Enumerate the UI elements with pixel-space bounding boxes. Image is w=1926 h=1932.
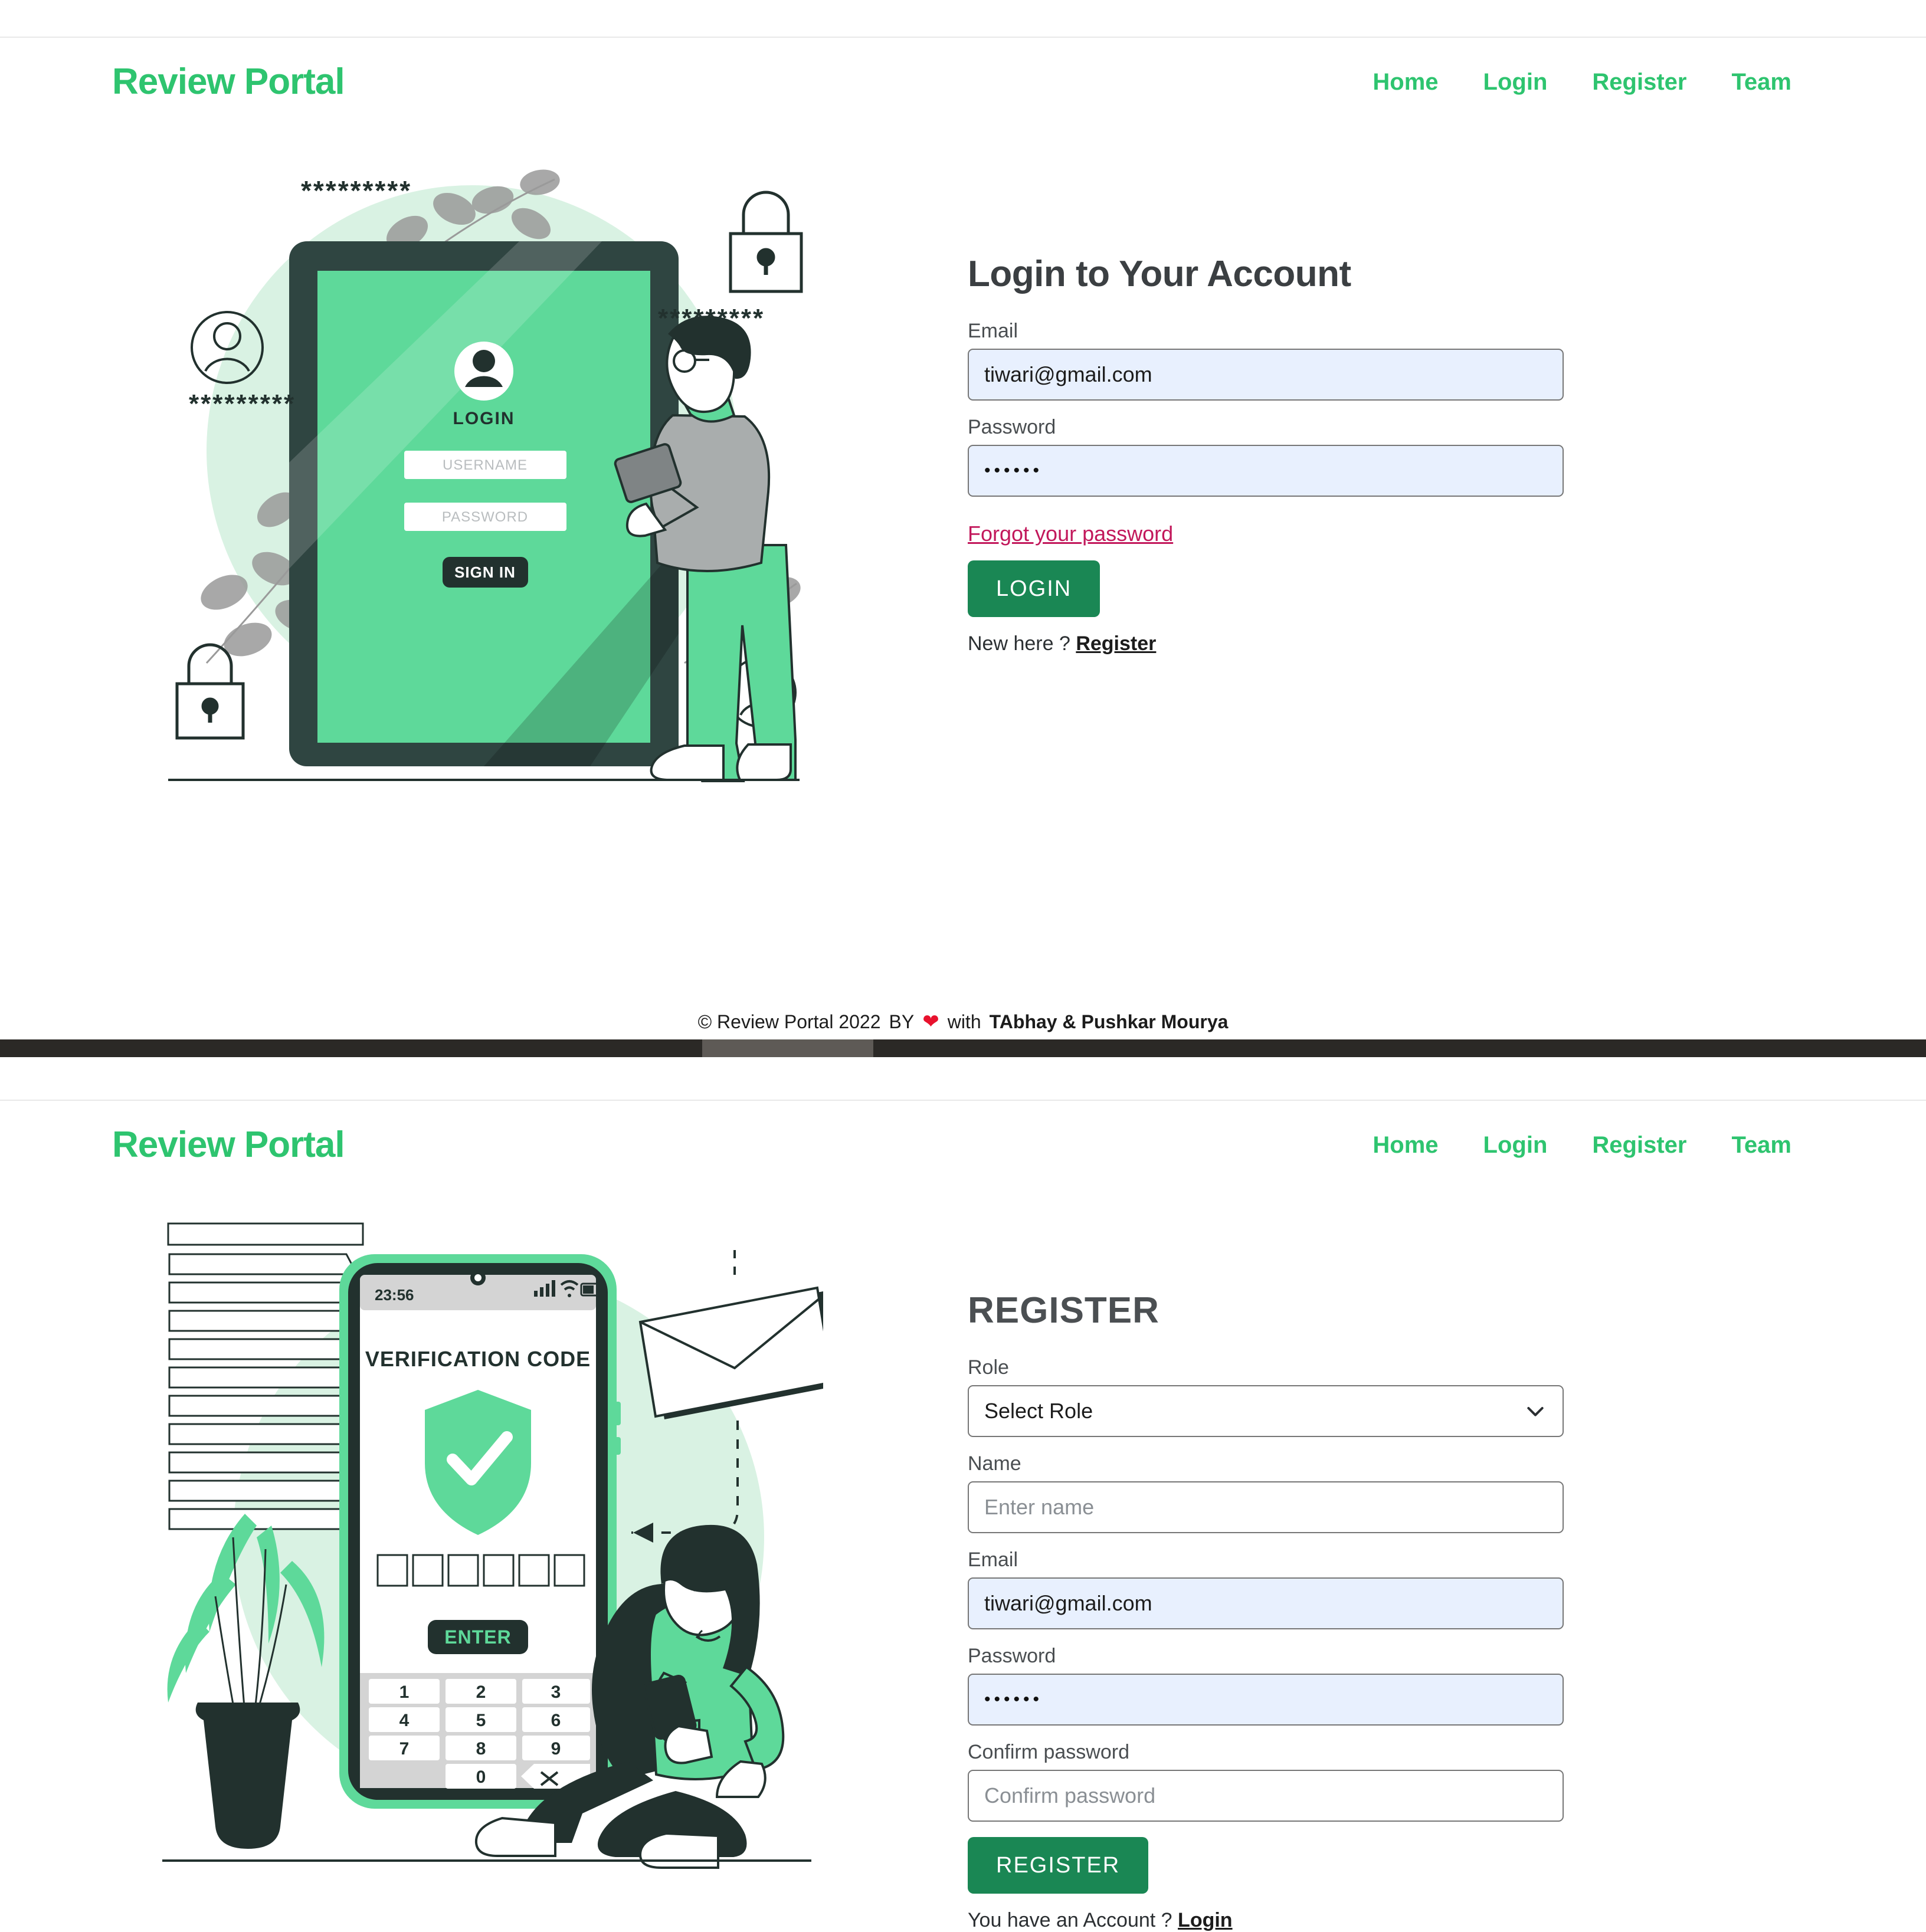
footer-by: BY [889,1011,915,1032]
nav-item-login[interactable]: Login [1461,69,1570,96]
login-content: LOGIN USERNAME PASSWORD SIGN IN ********… [0,126,1926,805]
navbar-register: Review Portal Home Login Register Team [0,1101,1926,1189]
register-form-column: REGISTER Role Select Role Name Enter nam… [968,1189,1926,1932]
svg-text:5: 5 [476,1711,486,1730]
login-illustration: LOGIN USERNAME PASSWORD SIGN IN ********… [0,126,968,805]
illustration-clock: 23:56 [375,1286,414,1304]
register-password-input[interactable]: •••••• [968,1674,1564,1726]
illustration-masked-2: ********* [189,389,296,418]
horizontal-scrollbar[interactable] [0,1039,1926,1057]
login-register-note-text: New here ? [968,632,1070,655]
login-screen: Review Portal Home Login Register Team L… [0,0,1926,1057]
chevron-down-icon [1524,1399,1547,1423]
illustration-verification-title: VERIFICATION CODE [365,1347,591,1371]
svg-text:2: 2 [476,1682,486,1702]
register-role-select[interactable]: Select Role [968,1385,1564,1437]
register-screen: Review Portal Home Login Register Team 2… [0,1100,1926,1932]
screen-gap [0,1057,1926,1100]
envelope-icon [638,1286,823,1419]
register-confirm-label: Confirm password [968,1741,1129,1763]
nav-item-login-2[interactable]: Login [1461,1132,1570,1159]
register-password-field: Password •••••• [968,1645,1564,1726]
navbar-login: Review Portal Home Login Register Team [0,38,1926,126]
register-confirm-input[interactable]: Confirm password [968,1770,1564,1822]
svg-text:7: 7 [399,1739,410,1759]
illustration-signin-label: SIGN IN [454,563,516,581]
register-name-field: Name Enter name [968,1452,1564,1533]
register-illustration-svg: 23:56 VERIFICATION CODE ENTER 1 2 3 4 5 … [162,1222,823,1869]
brand-logo-2[interactable]: Review Portal [112,1127,345,1163]
footer-login: © Review Portal 2022 BY ❤ with TAbhay & … [0,999,1926,1039]
register-login-note-text: You have an Account ? [968,1909,1172,1931]
svg-text:0: 0 [476,1767,486,1787]
illustration-login-title: LOGIN [453,409,515,428]
register-email-field: Email tiwari@gmail.com [968,1549,1564,1629]
register-email-input[interactable]: tiwari@gmail.com [968,1577,1564,1629]
login-email-input[interactable]: tiwari@gmail.com [968,349,1564,401]
register-role-label: Role [968,1356,1009,1379]
nav-item-home[interactable]: Home [1350,69,1460,96]
illustration-password-placeholder: PASSWORD [442,509,528,525]
scrollbar-thumb[interactable] [702,1039,873,1057]
nav-item-register[interactable]: Register [1570,69,1709,96]
register-content: 23:56 VERIFICATION CODE ENTER 1 2 3 4 5 … [0,1189,1926,1932]
brand-logo[interactable]: Review Portal [112,64,345,100]
register-page-title: REGISTER [968,1290,1159,1331]
illustration-username-placeholder: USERNAME [443,457,528,473]
login-email-field: Email tiwari@gmail.com [968,320,1564,401]
login-register-note: New here ? Register [968,632,1564,655]
nav-item-team[interactable]: Team [1709,69,1814,96]
login-email-label: Email [968,320,1018,342]
login-form: Login to Your Account Email tiwari@gmail… [968,253,1564,655]
register-illustration: 23:56 VERIFICATION CODE ENTER 1 2 3 4 5 … [0,1189,968,1903]
lock-icon-top-right [729,191,803,293]
window-blinds [167,1222,364,1246]
register-form: REGISTER Role Select Role Name Enter nam… [968,1290,1564,1932]
register-password-label: Password [968,1645,1056,1667]
nav-item-team-2[interactable]: Team [1709,1132,1814,1159]
footer-authors: TAbhay & Pushkar Mourya [989,1011,1229,1032]
register-email-label: Email [968,1549,1018,1571]
footer-with: with [947,1011,981,1032]
illustration-masked-1: ********* [301,175,412,206]
nav-links-2: Home Login Register Team [1350,1132,1814,1159]
svg-text:9: 9 [551,1739,561,1759]
svg-text:3: 3 [551,1682,561,1702]
forgot-password-link[interactable]: Forgot your password [968,521,1173,546]
login-bottom-spacer [0,805,1926,999]
register-confirm-field: Confirm password Confirm password [968,1741,1564,1822]
login-page-title: Login to Your Account [968,254,1351,294]
svg-text:8: 8 [476,1739,486,1759]
svg-text:4: 4 [399,1711,410,1730]
svg-text:6: 6 [551,1711,561,1730]
register-role-field: Role Select Role [968,1356,1564,1437]
register-name-label: Name [968,1452,1021,1475]
register-name-input[interactable]: Enter name [968,1481,1564,1533]
register-submit-button[interactable]: REGISTER [968,1837,1149,1894]
nav-item-home-2[interactable]: Home [1350,1132,1460,1159]
login-submit-button[interactable]: LOGIN [968,560,1100,617]
login-illustration-svg: LOGIN USERNAME PASSWORD SIGN IN ********… [168,169,803,782]
top-spacer [0,0,1926,37]
heart-icon: ❤ [922,1011,939,1033]
login-register-link[interactable]: Register [1076,632,1156,655]
register-role-value: Select Role [984,1399,1093,1423]
login-password-field: Password •••••• [968,416,1564,497]
svg-text:1: 1 [399,1682,410,1702]
register-login-link[interactable]: Login [1178,1909,1233,1931]
nav-item-register-2[interactable]: Register [1570,1132,1709,1159]
illustration-enter-label: ENTER [444,1626,511,1648]
footer-copyright: © Review Portal 2022 [697,1011,881,1032]
login-password-input[interactable]: •••••• [968,445,1564,497]
nav-links: Home Login Register Team [1350,69,1814,96]
login-form-column: Login to Your Account Email tiwari@gmail… [968,126,1926,655]
register-login-note: You have an Account ? Login [968,1909,1564,1932]
login-password-label: Password [968,416,1056,438]
